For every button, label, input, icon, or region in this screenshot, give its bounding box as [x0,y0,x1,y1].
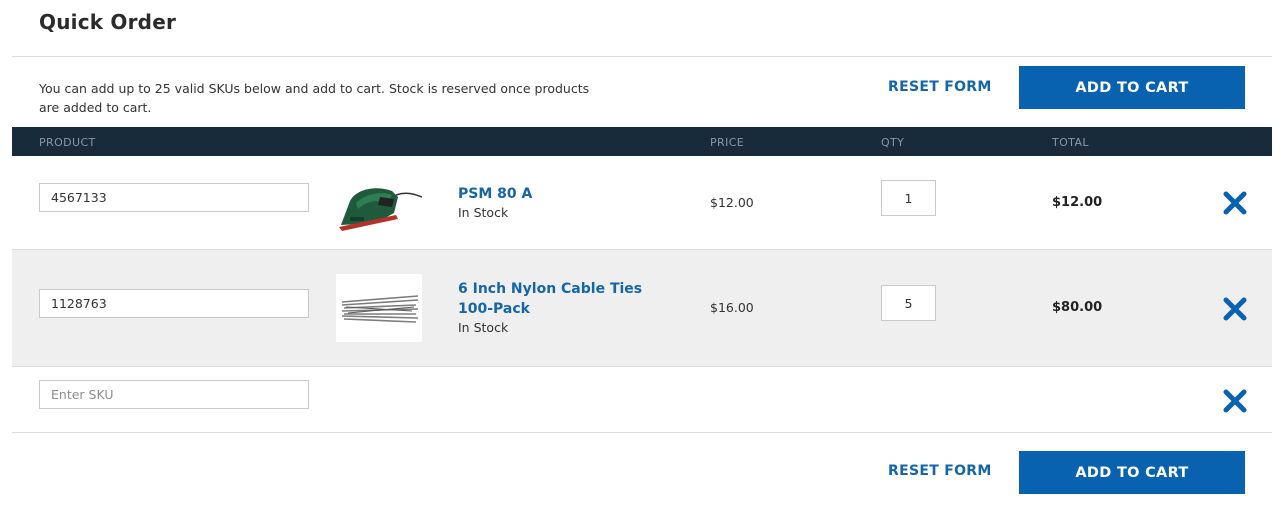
product-name-link[interactable]: PSM 80 A [458,184,678,204]
table-header: PRODUCT PRICE QTY TOTAL [12,127,1272,156]
product-thumbnail [336,274,422,342]
add-to-cart-button-bottom[interactable]: ADD TO CART [1019,451,1245,494]
sku-input[interactable] [39,289,309,318]
product-name-link[interactable]: 6 Inch Nylon Cable Ties 100-Pack [458,279,678,319]
cable-ties-icon [341,295,419,323]
table-row: 6 Inch Nylon Cable Ties 100-Pack In Stoc… [12,250,1272,367]
header-total: TOTAL [1052,136,1089,149]
sander-icon [339,188,422,231]
table-row-empty [12,367,1272,433]
stock-status: In Stock [458,205,509,220]
reset-form-button-bottom[interactable]: RESET FORM [888,463,992,479]
header-product: PRODUCT [39,136,96,149]
sku-input[interactable] [39,183,309,212]
stock-status: In Stock [458,320,509,335]
line-total: $12.00 [1052,195,1103,210]
intro-text: You can add up to 25 valid SKUs below an… [39,81,590,115]
unit-price: $16.00 [710,300,754,315]
qty-input[interactable] [881,180,936,216]
qty-input[interactable] [881,285,936,321]
add-to-cart-button-top[interactable]: ADD TO CART [1019,66,1245,109]
unit-price: $12.00 [710,195,754,210]
reset-form-button-top[interactable]: RESET FORM [888,79,992,95]
page-title: Quick Order [39,10,177,34]
close-icon[interactable] [1222,190,1248,216]
close-icon[interactable] [1222,388,1248,414]
line-total: $80.00 [1052,300,1103,315]
table-row: PSM 80 A In Stock $12.00 $12.00 [12,156,1272,250]
sku-input-empty[interactable] [39,380,309,409]
close-icon[interactable] [1222,296,1248,322]
header-price: PRICE [710,136,745,149]
header-qty: QTY [881,136,905,149]
title-divider [12,56,1272,57]
product-thumbnail [336,169,422,237]
